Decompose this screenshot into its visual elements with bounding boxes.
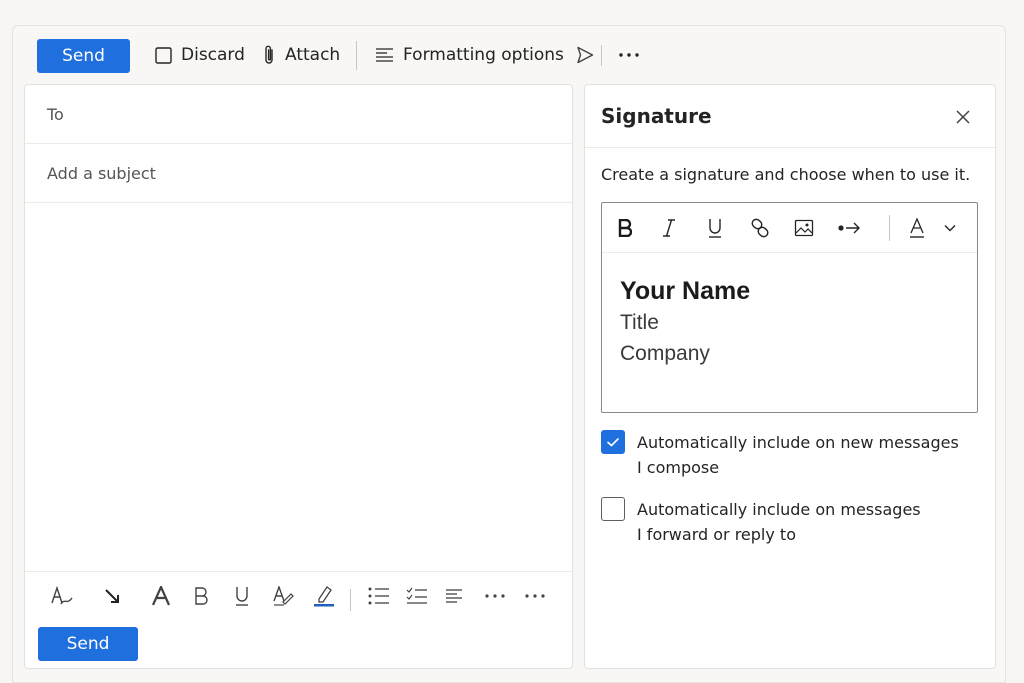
option-line: Automatically include on new messages — [637, 433, 959, 452]
subject-field[interactable]: Add a subject — [25, 144, 572, 203]
signature-name: Your Name — [620, 277, 751, 305]
arrow-link-icon[interactable] — [836, 214, 862, 242]
font-style-icon[interactable] — [271, 582, 295, 610]
font-size-icon[interactable] — [149, 582, 173, 610]
image-icon[interactable] — [792, 214, 816, 242]
signature-editor-toolbar — [602, 203, 977, 253]
formatting-options-button[interactable]: Formatting options — [375, 40, 564, 70]
toolbar-divider-2 — [601, 45, 602, 66]
signature-title: Signature — [601, 104, 712, 128]
to-label: To — [47, 104, 64, 124]
signature-editor[interactable]: Your Name Title Company — [601, 202, 978, 413]
more-icon — [618, 52, 640, 58]
checklist-icon[interactable] — [405, 582, 429, 610]
paperclip-icon — [262, 44, 276, 66]
compose-window: Send Discard Attach Formatting options T… — [12, 25, 1006, 683]
close-icon[interactable] — [953, 107, 973, 127]
more-actions-button[interactable] — [618, 40, 640, 70]
auto-include-new-checkbox[interactable] — [601, 430, 625, 454]
align-icon[interactable] — [443, 582, 465, 610]
signature-header: Signature — [585, 85, 995, 148]
signature-content[interactable]: Your Name Title Company — [620, 275, 750, 369]
send-arrow-icon — [575, 45, 595, 65]
format-toolbar — [25, 571, 572, 621]
underline-icon[interactable] — [232, 582, 252, 610]
discard-button[interactable]: Discard — [155, 40, 245, 70]
option-line: I forward or reply to — [637, 525, 796, 544]
subject-placeholder: Add a subject — [47, 163, 156, 183]
formatting-lines-icon — [375, 47, 394, 63]
font-color-icon[interactable] — [906, 214, 928, 242]
option-line: Automatically include on messages — [637, 500, 921, 519]
italic-icon[interactable] — [658, 214, 680, 242]
bold-icon[interactable] — [614, 214, 636, 242]
bullet-list-icon[interactable] — [367, 582, 391, 610]
discard-label: Discard — [181, 45, 245, 65]
signature-description: Create a signature and choose when to us… — [601, 165, 971, 184]
signature-company: Company — [620, 342, 710, 365]
toolbar-divider — [356, 41, 357, 70]
clear-format-icon[interactable] — [101, 582, 123, 610]
auto-include-new-label: Automatically include on new messages I … — [637, 430, 981, 480]
more-format-icon[interactable] — [483, 582, 507, 610]
more-options-icon[interactable] — [523, 582, 547, 610]
auto-include-reply-option[interactable]: Automatically include on messages I forw… — [601, 497, 981, 547]
format-painter-icon[interactable] — [49, 582, 75, 610]
auto-include-new-option[interactable]: Automatically include on new messages I … — [601, 430, 981, 480]
message-body[interactable] — [25, 204, 572, 571]
signature-job-title: Title — [620, 311, 659, 334]
link-icon[interactable] — [748, 214, 772, 242]
chevron-down-icon[interactable] — [940, 214, 960, 242]
send-button-bottom[interactable]: Send — [38, 627, 138, 661]
send-button[interactable]: Send — [37, 39, 130, 73]
to-field[interactable]: To — [25, 85, 572, 144]
attach-button[interactable]: Attach — [262, 40, 340, 70]
option-line: I compose — [637, 458, 720, 477]
auto-include-reply-label: Automatically include on messages I forw… — [637, 497, 981, 547]
formatting-options-label: Formatting options — [403, 45, 564, 65]
editor-divider — [889, 215, 890, 241]
signature-panel: Signature Create a signature and choose … — [584, 84, 996, 669]
underline-icon[interactable] — [704, 214, 726, 242]
bold-icon[interactable] — [191, 582, 211, 610]
top-toolbar: Send Discard Attach Formatting options — [13, 26, 1007, 84]
auto-include-reply-checkbox[interactable] — [601, 497, 625, 521]
send-options-button[interactable] — [575, 40, 595, 70]
format-divider — [350, 589, 351, 611]
compose-panel: To Add a subject Send — [24, 84, 573, 669]
check-icon — [606, 437, 620, 447]
attach-label: Attach — [285, 45, 341, 65]
highlight-icon[interactable] — [312, 582, 336, 610]
discard-checkbox-icon — [155, 46, 172, 64]
